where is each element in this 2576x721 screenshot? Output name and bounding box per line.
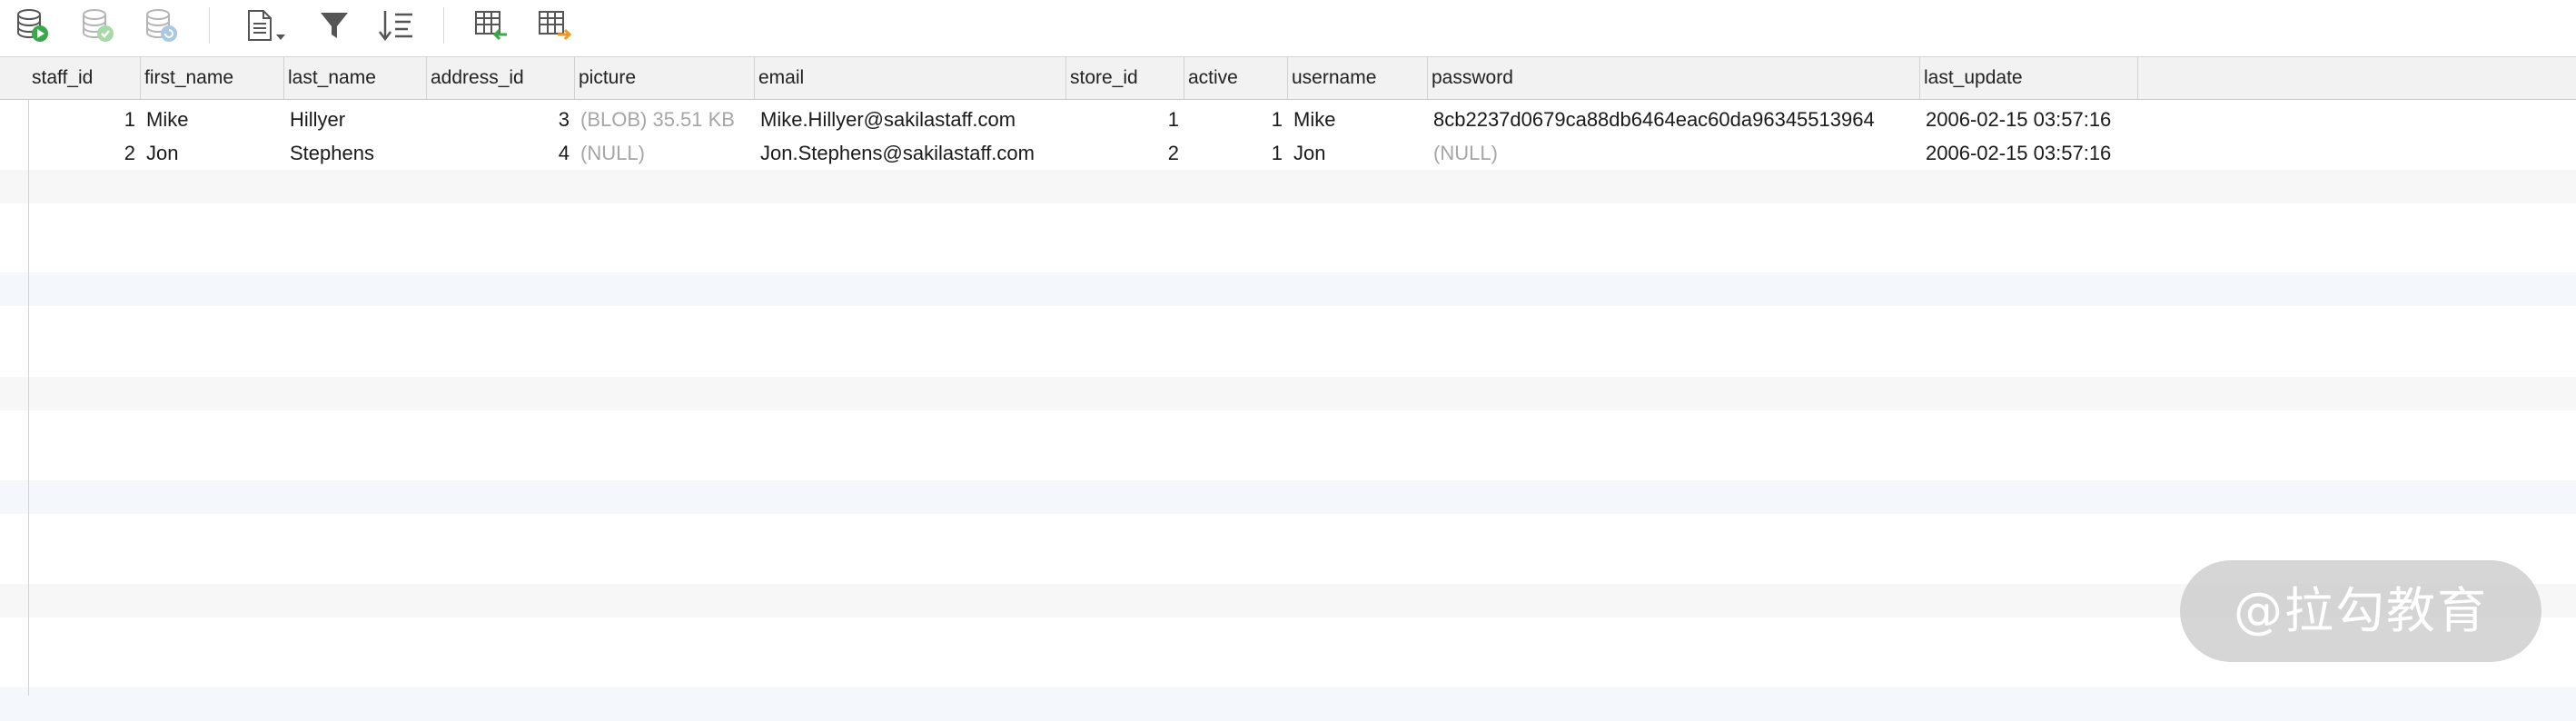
column-header-last_update[interactable]: last_update: [1920, 57, 2138, 99]
empty-row: [0, 480, 2576, 514]
cell-last_name[interactable]: Hillyer: [284, 103, 427, 136]
cell-first_name[interactable]: Jon: [141, 136, 284, 170]
cell-username[interactable]: Jon: [1288, 136, 1428, 170]
cell-last_update[interactable]: 2006-02-15 03:57:16: [1920, 103, 2138, 136]
table-row[interactable]: 1 Mike Hillyer 3 (BLOB) 35.51 KB Mike.Hi…: [0, 103, 2576, 136]
cell-active[interactable]: 1: [1184, 136, 1288, 170]
toolbar: [0, 0, 2576, 57]
column-header-username[interactable]: username: [1288, 57, 1428, 99]
column-header-address_id[interactable]: address_id: [427, 57, 575, 99]
cell-email[interactable]: Mike.Hillyer@sakilastaff.com: [755, 103, 1066, 136]
cell-store_id[interactable]: 2: [1066, 136, 1184, 170]
cell-password[interactable]: 8cb2237d0679ca88db6464eac60da96345513964: [1428, 103, 1920, 136]
column-header-first_name[interactable]: first_name: [141, 57, 284, 99]
watermark: @拉勾教育: [2180, 560, 2541, 662]
empty-row: [0, 170, 2576, 203]
cell-picture[interactable]: (NULL): [575, 136, 755, 170]
column-header-active[interactable]: active: [1184, 57, 1288, 99]
column-header-password[interactable]: password: [1428, 57, 1920, 99]
cell-picture[interactable]: (BLOB) 35.51 KB: [575, 103, 755, 136]
cell-password[interactable]: (NULL): [1428, 136, 1920, 170]
export-icon[interactable]: [243, 5, 294, 45]
cell-last_name[interactable]: Stephens: [284, 136, 427, 170]
cell-staff_id[interactable]: 1: [28, 103, 141, 136]
cell-store_id[interactable]: 1: [1066, 103, 1184, 136]
cell-active[interactable]: 1: [1184, 103, 1288, 136]
export-table-icon[interactable]: [534, 5, 574, 45]
table-row[interactable]: 2 Jon Stephens 4 (NULL) Jon.Stephens@sak…: [0, 136, 2576, 170]
cell-first_name[interactable]: Mike: [141, 103, 284, 136]
empty-row: [0, 377, 2576, 410]
column-header-last_name[interactable]: last_name: [284, 57, 427, 99]
empty-row: [0, 272, 2576, 306]
column-header-row: staff_id first_name last_name address_id…: [0, 57, 2576, 100]
cell-staff_id[interactable]: 2: [28, 136, 141, 170]
column-header-store_id[interactable]: store_id: [1066, 57, 1184, 99]
commit-icon[interactable]: [78, 5, 118, 45]
cell-username[interactable]: Mike: [1288, 103, 1428, 136]
toolbar-separator: [209, 7, 210, 44]
empty-row: [0, 687, 2576, 721]
sort-icon[interactable]: [376, 5, 416, 45]
cell-address_id[interactable]: 3: [427, 103, 575, 136]
toolbar-separator: [443, 7, 444, 44]
execute-query-icon[interactable]: [13, 5, 53, 45]
filter-icon[interactable]: [314, 5, 354, 45]
column-header-picture[interactable]: picture: [575, 57, 755, 99]
cell-last_update[interactable]: 2006-02-15 03:57:16: [1920, 136, 2138, 170]
rollback-icon[interactable]: [142, 5, 182, 45]
column-header-staff_id[interactable]: staff_id: [28, 57, 141, 99]
cell-email[interactable]: Jon.Stephens@sakilastaff.com: [755, 136, 1066, 170]
cell-address_id[interactable]: 4: [427, 136, 575, 170]
column-header-email[interactable]: email: [755, 57, 1066, 99]
import-table-icon[interactable]: [471, 5, 510, 45]
